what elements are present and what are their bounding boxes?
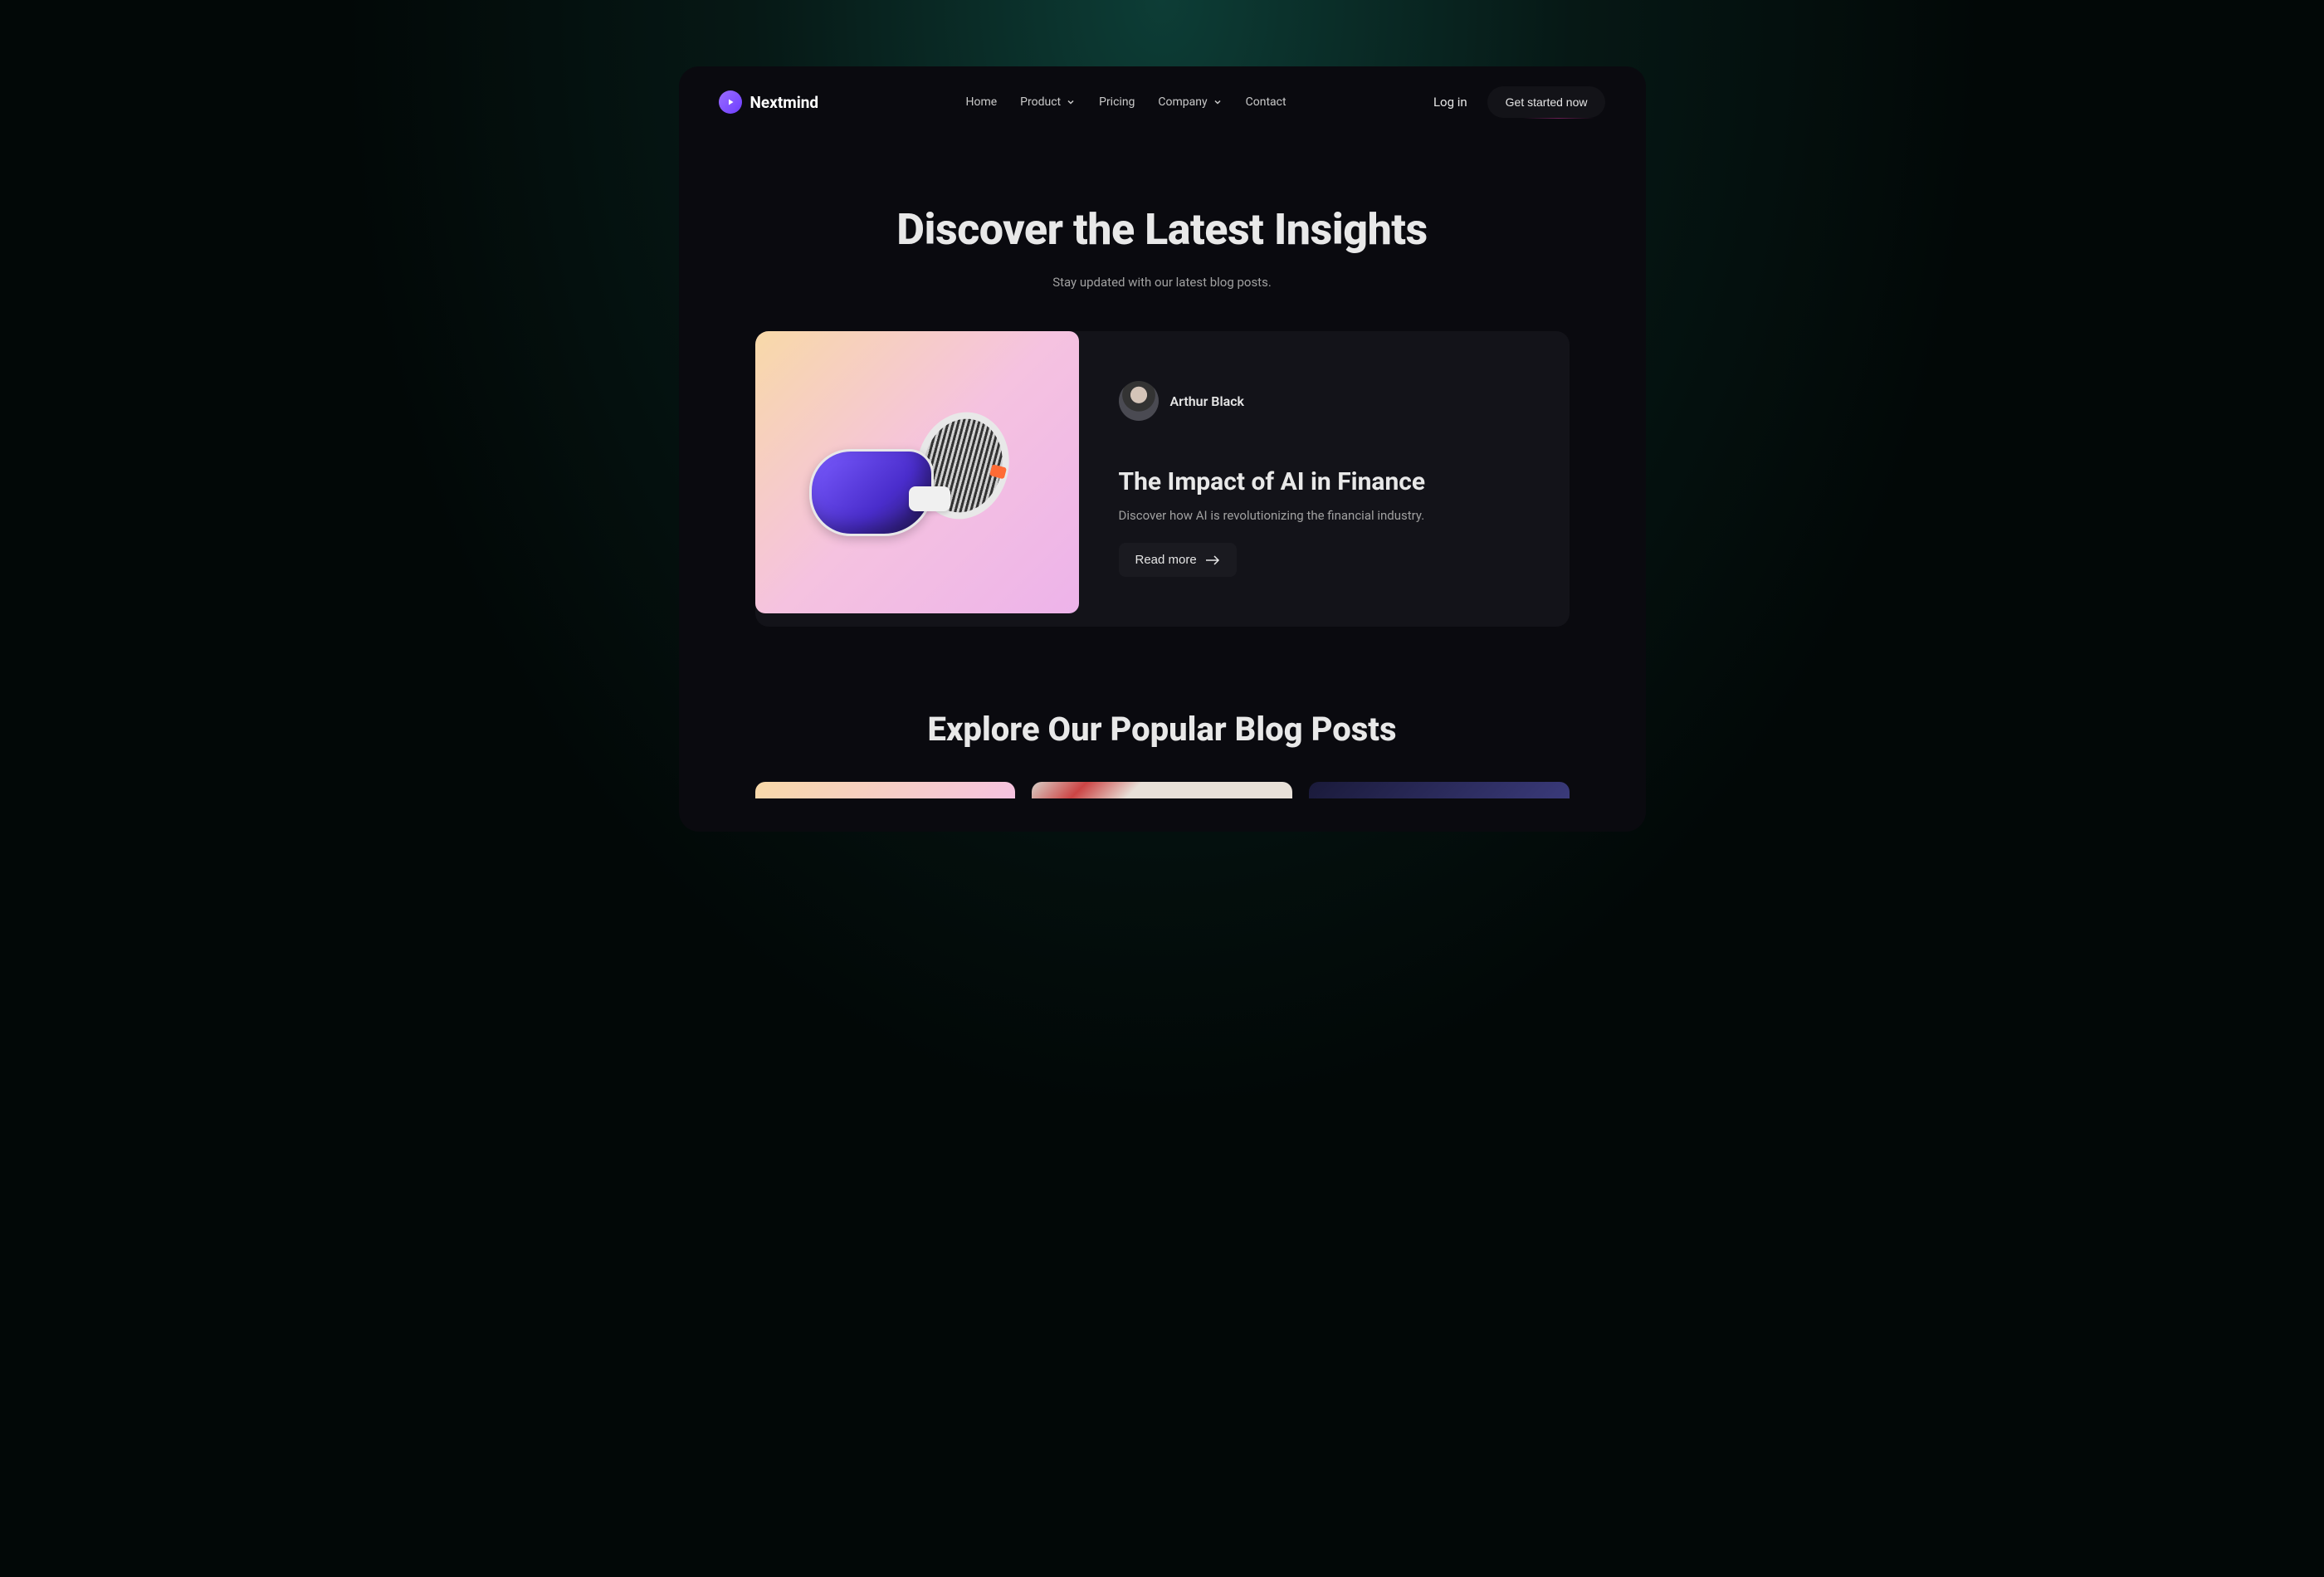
arrow-right-icon (1205, 555, 1220, 565)
nav-label: Contact (1246, 95, 1286, 109)
featured-post-description: Discover how AI is revolutionizing the f… (1119, 508, 1530, 523)
avatar (1119, 381, 1159, 421)
nav-label: Home (965, 95, 997, 109)
get-started-button[interactable]: Get started now (1487, 86, 1606, 118)
author-info: Arthur Black (1119, 381, 1530, 421)
page-subtitle: Stay updated with our latest blog posts. (719, 275, 1606, 290)
nav-label: Product (1020, 95, 1061, 109)
author-name: Arthur Black (1170, 393, 1245, 409)
nav-contact[interactable]: Contact (1246, 95, 1286, 109)
main-container: Nextmind Home Product Pricing Company Co… (679, 66, 1646, 832)
header-actions: Log in Get started now (1433, 86, 1606, 118)
read-more-button[interactable]: Read more (1119, 543, 1237, 577)
nav-company[interactable]: Company (1158, 95, 1222, 109)
blog-section-title: Explore Our Popular Blog Posts (719, 710, 1606, 749)
blog-card[interactable] (1309, 782, 1570, 798)
blog-grid (755, 782, 1570, 798)
page-title: Discover the Latest Insights (719, 204, 1606, 255)
login-link[interactable]: Log in (1433, 95, 1467, 110)
vr-headset-illustration (801, 412, 1033, 561)
logo[interactable]: Nextmind (719, 90, 819, 114)
blog-card[interactable] (755, 782, 1016, 798)
featured-content: Arthur Black The Impact of AI in Finance… (1079, 331, 1570, 627)
nav-product[interactable]: Product (1020, 95, 1076, 109)
nav-home[interactable]: Home (965, 95, 997, 109)
blog-card[interactable] (1032, 782, 1292, 798)
read-more-label: Read more (1135, 553, 1197, 567)
brand-name: Nextmind (750, 93, 819, 112)
header: Nextmind Home Product Pricing Company Co… (679, 66, 1646, 138)
blog-section: Explore Our Popular Blog Posts (679, 710, 1646, 832)
nav-label: Pricing (1099, 95, 1135, 109)
featured-post-title: The Impact of AI in Finance (1119, 467, 1530, 496)
main-nav: Home Product Pricing Company Contact (965, 95, 1286, 109)
featured-post-card: Arthur Black The Impact of AI in Finance… (755, 331, 1570, 627)
chevron-down-icon (1066, 97, 1076, 107)
hero-section: Discover the Latest Insights Stay update… (679, 138, 1646, 331)
nav-label: Company (1158, 95, 1207, 109)
logo-icon (719, 90, 742, 114)
featured-image (755, 331, 1079, 613)
nav-pricing[interactable]: Pricing (1099, 95, 1135, 109)
chevron-down-icon (1213, 97, 1223, 107)
